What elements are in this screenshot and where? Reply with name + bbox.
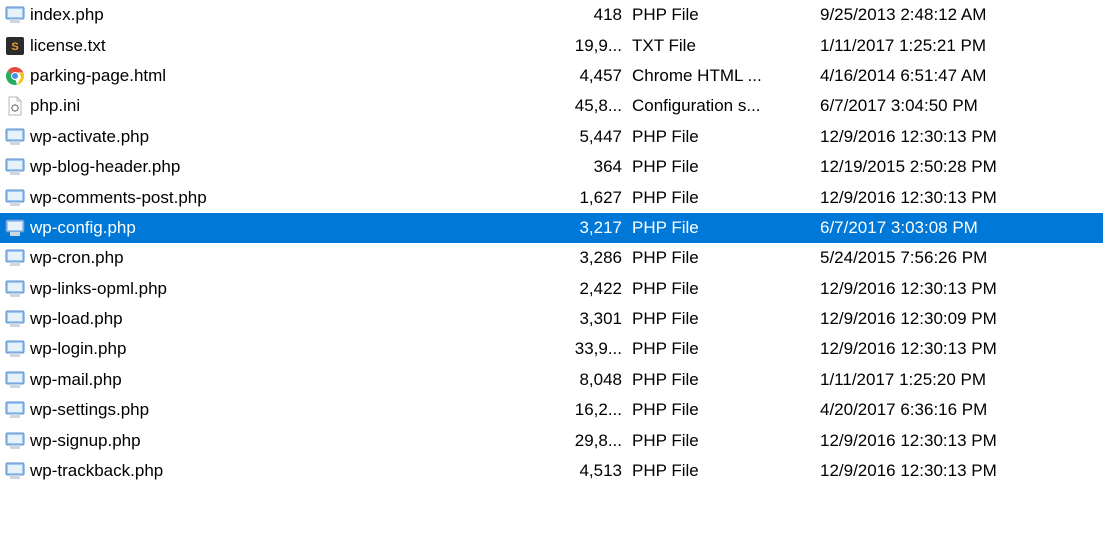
php-file-icon [4,217,26,239]
file-name: wp-config.php [30,218,560,238]
file-row[interactable]: Slicense.txt19,9...TXT File1/11/2017 1:2… [0,30,1103,60]
php-file-icon [4,338,26,360]
file-size: 364 [560,157,626,177]
file-type: TXT File [626,36,814,56]
file-name: wp-activate.php [30,127,560,147]
file-type: PHP File [626,157,814,177]
file-modified: 12/9/2016 12:30:13 PM [814,461,1103,481]
file-name: wp-comments-post.php [30,188,560,208]
file-modified: 1/11/2017 1:25:21 PM [814,36,1103,56]
file-modified: 12/9/2016 12:30:09 PM [814,309,1103,329]
file-modified: 9/25/2013 2:48:12 AM [814,5,1103,25]
file-row[interactable]: wp-links-opml.php2,422PHP File12/9/2016 … [0,274,1103,304]
file-row[interactable]: wp-config.php3,217PHP File6/7/2017 3:03:… [0,213,1103,243]
file-type: PHP File [626,431,814,451]
file-name: wp-login.php [30,339,560,359]
file-modified: 12/9/2016 12:30:13 PM [814,279,1103,299]
php-file-icon [4,399,26,421]
ini-file-icon [4,95,26,117]
file-type: PHP File [626,309,814,329]
file-size: 4,513 [560,461,626,481]
file-size: 418 [560,5,626,25]
file-list: index.php418PHP File9/25/2013 2:48:12 AM… [0,0,1103,486]
file-name: wp-load.php [30,309,560,329]
file-name: wp-settings.php [30,400,560,420]
file-row[interactable]: wp-blog-header.php364PHP File12/19/2015 … [0,152,1103,182]
file-size: 1,627 [560,188,626,208]
file-modified: 6/7/2017 3:04:50 PM [814,96,1103,116]
file-name: wp-links-opml.php [30,279,560,299]
file-type: PHP File [626,279,814,299]
php-file-icon [4,278,26,300]
php-file-icon [4,369,26,391]
file-row[interactable]: index.php418PHP File9/25/2013 2:48:12 AM [0,0,1103,30]
file-size: 45,8... [560,96,626,116]
file-type: PHP File [626,339,814,359]
file-type: PHP File [626,370,814,390]
php-file-icon [4,430,26,452]
file-modified: 12/9/2016 12:30:13 PM [814,431,1103,451]
file-type: PHP File [626,461,814,481]
file-name: php.ini [30,96,560,116]
file-row[interactable]: wp-mail.php8,048PHP File1/11/2017 1:25:2… [0,365,1103,395]
file-size: 3,301 [560,309,626,329]
file-type: PHP File [626,5,814,25]
file-size: 5,447 [560,127,626,147]
file-size: 2,422 [560,279,626,299]
file-name: wp-signup.php [30,431,560,451]
file-modified: 4/16/2014 6:51:47 AM [814,66,1103,86]
file-type: PHP File [626,188,814,208]
file-name: parking-page.html [30,66,560,86]
php-file-icon [4,247,26,269]
php-file-icon [4,308,26,330]
file-row[interactable]: wp-load.php3,301PHP File12/9/2016 12:30:… [0,304,1103,334]
file-row[interactable]: php.ini45,8...Configuration s...6/7/2017… [0,91,1103,121]
file-name: wp-mail.php [30,370,560,390]
file-modified: 12/19/2015 2:50:28 PM [814,157,1103,177]
file-row[interactable]: wp-cron.php3,286PHP File5/24/2015 7:56:2… [0,243,1103,273]
file-row[interactable]: wp-comments-post.php1,627PHP File12/9/20… [0,182,1103,212]
file-name: index.php [30,5,560,25]
file-name: wp-cron.php [30,248,560,268]
file-size: 3,286 [560,248,626,268]
file-row[interactable]: wp-login.php33,9...PHP File12/9/2016 12:… [0,334,1103,364]
file-name: wp-blog-header.php [30,157,560,177]
file-modified: 12/9/2016 12:30:13 PM [814,127,1103,147]
file-size: 19,9... [560,36,626,56]
chrome-file-icon [4,65,26,87]
file-size: 33,9... [560,339,626,359]
file-modified: 4/20/2017 6:36:16 PM [814,400,1103,420]
file-modified: 1/11/2017 1:25:20 PM [814,370,1103,390]
php-file-icon [4,460,26,482]
svg-text:S: S [11,41,18,53]
file-type: PHP File [626,218,814,238]
file-type: PHP File [626,400,814,420]
php-file-icon [4,156,26,178]
file-modified: 12/9/2016 12:30:13 PM [814,339,1103,359]
txt-file-icon: S [4,35,26,57]
file-modified: 12/9/2016 12:30:13 PM [814,188,1103,208]
file-type: Configuration s... [626,96,814,116]
file-type: PHP File [626,248,814,268]
file-size: 29,8... [560,431,626,451]
php-file-icon [4,4,26,26]
php-file-icon [4,187,26,209]
file-row[interactable]: wp-trackback.php4,513PHP File12/9/2016 1… [0,456,1103,486]
file-size: 16,2... [560,400,626,420]
file-size: 8,048 [560,370,626,390]
file-row[interactable]: parking-page.html4,457Chrome HTML ...4/1… [0,61,1103,91]
file-row[interactable]: wp-activate.php5,447PHP File12/9/2016 12… [0,122,1103,152]
php-file-icon [4,126,26,148]
file-modified: 5/24/2015 7:56:26 PM [814,248,1103,268]
file-name: wp-trackback.php [30,461,560,481]
file-modified: 6/7/2017 3:03:08 PM [814,218,1103,238]
file-row[interactable]: wp-settings.php16,2...PHP File4/20/2017 … [0,395,1103,425]
file-type: Chrome HTML ... [626,66,814,86]
file-type: PHP File [626,127,814,147]
file-row[interactable]: wp-signup.php29,8...PHP File12/9/2016 12… [0,425,1103,455]
file-name: license.txt [30,36,560,56]
file-size: 3,217 [560,218,626,238]
file-size: 4,457 [560,66,626,86]
